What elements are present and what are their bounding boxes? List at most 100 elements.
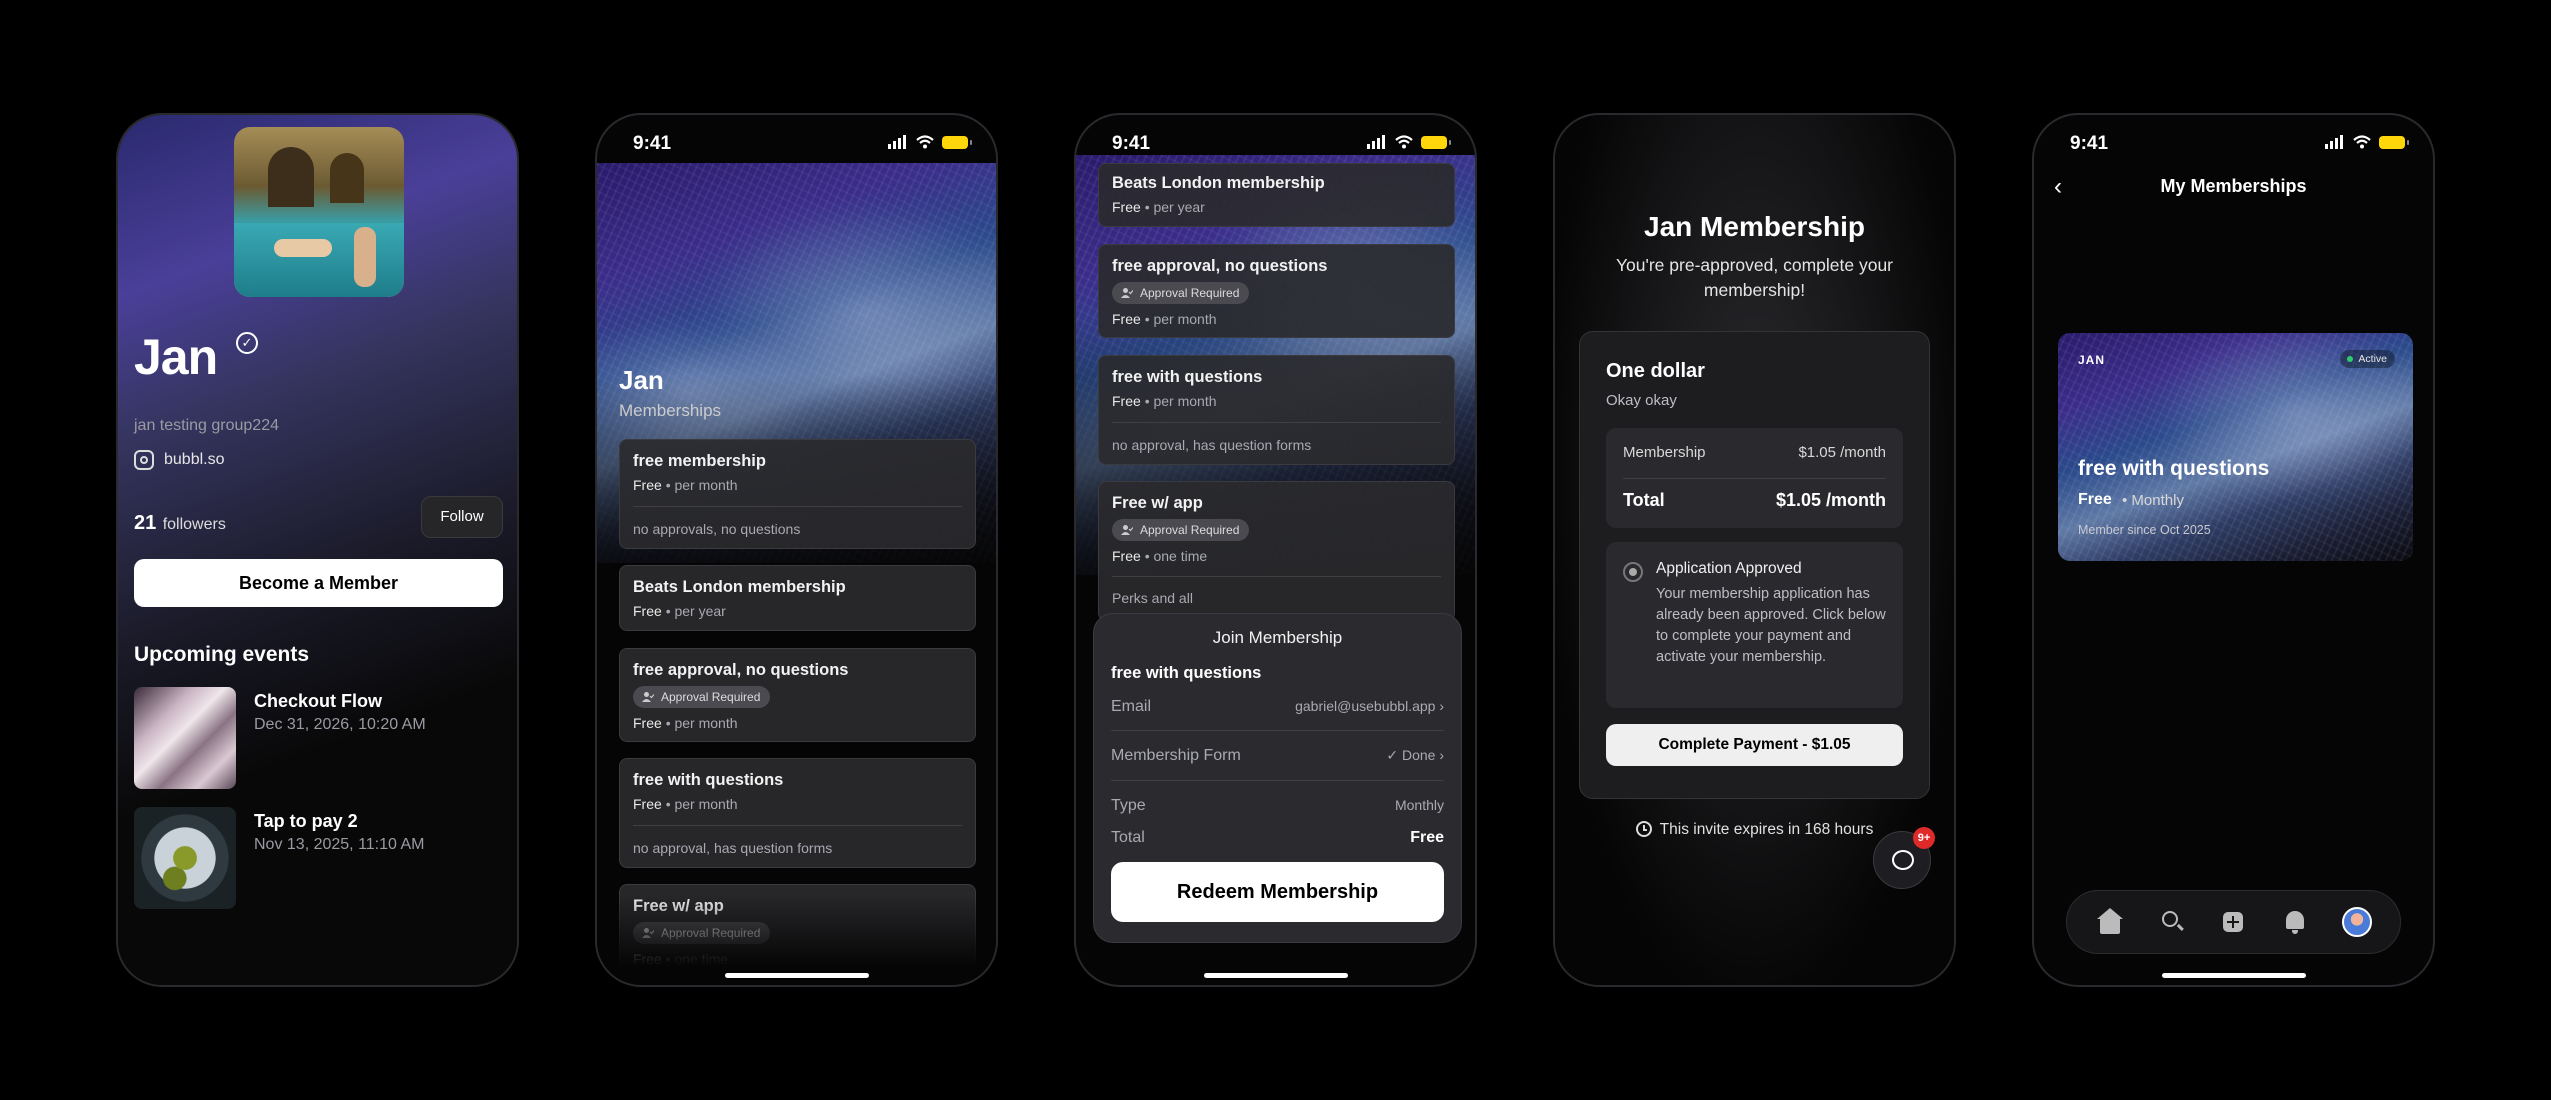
membership-card[interactable]: free with questions Free • per month no … xyxy=(619,758,976,868)
verified-badge-icon: ✓ xyxy=(236,332,258,354)
user-check-icon xyxy=(642,692,654,702)
total-value: Free xyxy=(1410,829,1444,846)
event-item[interactable]: Tap to pay 2 Nov 13, 2025, 11:10 AM xyxy=(134,807,494,909)
total-row: Total Free xyxy=(1111,829,1444,853)
membership-card[interactable]: free membership Free • per month no appr… xyxy=(619,439,976,549)
membership-card[interactable]: free approval, no questions Approval Req… xyxy=(619,648,976,742)
card-period: • Monthly xyxy=(2122,492,2184,509)
instagram-link[interactable]: bubbl.so xyxy=(134,450,225,470)
approval-badge-label: Approval Required xyxy=(1140,286,1240,300)
membership-name: Free w/ app xyxy=(1112,494,1203,512)
cover-photo xyxy=(234,127,404,297)
profile-group: jan testing group224 xyxy=(134,417,279,434)
event-thumbnail xyxy=(134,687,236,789)
membership-form-row[interactable]: Membership Form ✓ Done › xyxy=(1111,747,1444,771)
membership-name: free approval, no questions xyxy=(633,661,849,679)
membership-name: Beats London membership xyxy=(1112,174,1325,192)
approval-badge-label: Approval Required xyxy=(661,690,761,704)
user-check-icon xyxy=(1121,525,1133,535)
home-indicator xyxy=(2161,973,2306,978)
bottom-fade xyxy=(597,895,996,985)
membership-note: no approval, has question forms xyxy=(1112,437,1312,453)
application-approved-box: Application Approved Your membership app… xyxy=(1606,542,1903,708)
tab-home[interactable] xyxy=(2090,902,2130,942)
status-bar: 9:41 xyxy=(2034,131,2433,157)
sheet-title: Join Membership xyxy=(1212,628,1343,647)
membership-price: Free • per month xyxy=(633,477,738,493)
battery-icon xyxy=(942,135,972,149)
signal-icon xyxy=(2325,135,2343,149)
plan-name: One dollar xyxy=(1606,360,1705,382)
phone-checkout: Jan Membership You're pre-approved, comp… xyxy=(1553,113,1956,987)
type-value: Monthly xyxy=(1394,797,1444,813)
tab-search[interactable] xyxy=(2152,902,2192,942)
event-title: Checkout Flow xyxy=(254,691,383,711)
approved-radio-icon xyxy=(1623,562,1643,582)
redeem-membership-button[interactable]: Redeem Membership xyxy=(1111,862,1444,922)
instagram-link-label: bubbl.so xyxy=(164,451,225,468)
type-row: Type Monthly xyxy=(1111,797,1444,821)
divider xyxy=(1112,422,1441,423)
email-label: Email xyxy=(1111,698,1152,715)
membership-card[interactable]: free with questions Free • per month no … xyxy=(1098,355,1455,465)
tab-profile[interactable] xyxy=(2337,902,2377,942)
phone-profile: Jan ✓ jan testing group224 bubbl.so 21 f… xyxy=(116,113,519,987)
total-label: Total xyxy=(1111,829,1145,846)
divider xyxy=(633,825,962,826)
total-value: $1.05 /month xyxy=(1775,490,1886,510)
search-icon xyxy=(2161,911,2178,927)
membership-card[interactable]: Beats London membership Free • per year xyxy=(619,565,976,631)
event-item[interactable]: Checkout Flow Dec 31, 2026, 10:20 AM xyxy=(134,687,494,789)
approved-body: Your membership application has already … xyxy=(1656,586,1886,665)
status-bar: 9:41 xyxy=(597,131,996,157)
membership-price-row: Membership $1.05 /month xyxy=(1623,444,1886,461)
approval-badge-label: Approval Required xyxy=(1140,523,1240,537)
form-status: ✓ Done › xyxy=(1386,747,1444,763)
membership-pass-card[interactable]: JAN Active free with questions Free • Mo… xyxy=(2058,333,2413,561)
card-brand: JAN xyxy=(2078,353,2106,367)
event-date: Dec 31, 2026, 10:20 AM xyxy=(254,716,426,733)
battery-icon xyxy=(1421,135,1451,149)
invite-expiry-text: This invite expires in 168 hours xyxy=(1659,821,1874,838)
membership-card[interactable]: free approval, no questions Approval Req… xyxy=(1098,244,1455,338)
avatar xyxy=(2342,907,2373,937)
divider xyxy=(1111,780,1444,781)
follow-button[interactable]: Follow xyxy=(421,496,503,538)
membership-price: Free • per month xyxy=(1112,393,1217,409)
chevron-right-icon: › xyxy=(1439,698,1444,714)
membership-value: $1.05 /month xyxy=(1798,444,1886,461)
approval-badge: Approval Required xyxy=(633,686,771,708)
membership-name: free with questions xyxy=(633,771,784,789)
phone-my-memberships: 9:41 ‹ My Memberships JAN Active free wi… xyxy=(2032,113,2435,987)
phone-join: 9:41 Beats London membership Free • per … xyxy=(1074,113,1477,987)
type-label: Type xyxy=(1111,797,1146,814)
membership-card[interactable]: Beats London membership Free • per year xyxy=(1098,163,1455,227)
membership-price: Free • per year xyxy=(1112,199,1205,215)
event-thumbnail xyxy=(134,807,236,909)
price-summary: Membership $1.05 /month Total $1.05 /mon… xyxy=(1606,428,1903,528)
wifi-icon xyxy=(916,135,934,149)
tab-create[interactable] xyxy=(2213,902,2253,942)
followers-count: 21 followers xyxy=(134,512,226,535)
status-time: 9:41 xyxy=(2070,133,2109,154)
divider xyxy=(1112,576,1441,577)
checkout-subtitle: You're pre-approved, complete your membe… xyxy=(1615,255,1894,300)
events-heading: Upcoming events xyxy=(134,643,310,666)
complete-payment-button[interactable]: Complete Payment - $1.05 xyxy=(1606,724,1903,766)
membership-card[interactable]: Free w/ app Approval Required Free • one… xyxy=(1098,481,1455,621)
wifi-icon xyxy=(1395,135,1413,149)
followers-number: 21 xyxy=(134,512,157,534)
email-row[interactable]: Email gabriel@usebubbl.app › xyxy=(1111,698,1444,722)
home-indicator xyxy=(1203,973,1348,978)
join-membership-sheet: Join Membership free with questions Emai… xyxy=(1093,613,1462,943)
bell-icon xyxy=(2286,911,2305,934)
membership-note: no approval, has question forms xyxy=(633,840,833,856)
chevron-right-icon: › xyxy=(1439,747,1444,763)
approval-badge: Approval Required xyxy=(1112,282,1250,304)
tab-notifications[interactable] xyxy=(2275,902,2315,942)
page-subtitle: Memberships xyxy=(619,401,722,420)
membership-label: Membership xyxy=(1623,444,1706,461)
checkout-title: Jan Membership xyxy=(1644,211,1865,242)
divider xyxy=(1623,478,1886,479)
become-member-button[interactable]: Become a Member xyxy=(134,559,503,607)
